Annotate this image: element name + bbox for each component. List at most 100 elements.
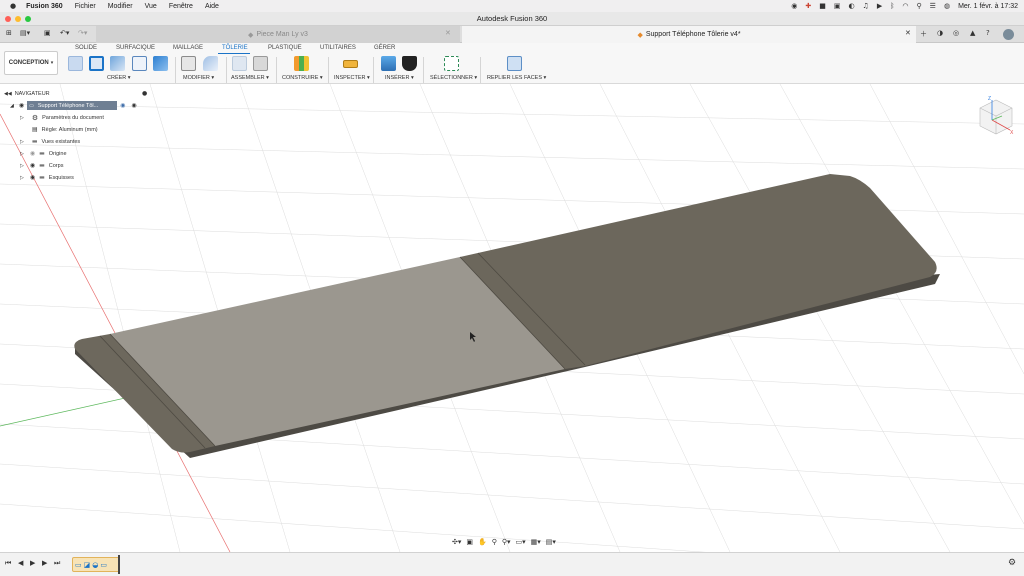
- expand-icon[interactable]: ◢: [10, 103, 14, 109]
- visibility-icon[interactable]: ◉: [19, 102, 24, 109]
- status-icon-2[interactable]: ✚: [805, 2, 811, 10]
- flange-feature-icon[interactable]: ◪: [84, 561, 91, 569]
- status-icon-4[interactable]: ▣: [834, 2, 841, 10]
- modify-bend-icon[interactable]: [203, 56, 218, 71]
- status-icon-5[interactable]: ◐: [848, 2, 854, 10]
- tab-close-icon[interactable]: ✕: [905, 29, 911, 37]
- group-creer[interactable]: CRÉER ▾: [107, 75, 131, 81]
- zoom-window-icon[interactable]: ⚲▾: [502, 538, 511, 546]
- search-icon[interactable]: ⚲: [917, 2, 922, 10]
- tab-maillage[interactable]: MAILLAGE: [173, 45, 203, 51]
- timeline-marker[interactable]: [118, 555, 120, 574]
- expand-icon[interactable]: ▷: [20, 115, 24, 121]
- status-icon-1[interactable]: ◉: [791, 2, 797, 10]
- group-inspecter[interactable]: INSPECTER ▾: [334, 75, 370, 81]
- group-modifier[interactable]: MODIFIER ▾: [183, 75, 214, 81]
- create-sheet-icon[interactable]: [132, 56, 147, 71]
- navigator-item[interactable]: ▷ ◉ ▬ Corps: [0, 160, 63, 171]
- clock[interactable]: Mer. 1 févr. à 17:32: [958, 3, 1018, 10]
- tab-gerer[interactable]: GÉRER: [374, 45, 395, 51]
- visibility-icon[interactable]: ◉: [30, 174, 35, 181]
- bend-feature-icon[interactable]: ◒: [92, 561, 98, 569]
- headphones-icon[interactable]: ♫: [863, 2, 869, 10]
- navigator-header[interactable]: ◀◀ NAVIGATEUR ●: [0, 88, 150, 99]
- go-to-end-icon[interactable]: ⏭: [54, 559, 60, 568]
- expand-icon[interactable]: ▷: [20, 151, 24, 157]
- siri-icon[interactable]: ◍: [944, 2, 950, 10]
- flange-icon[interactable]: [68, 56, 83, 71]
- create-box-icon[interactable]: [153, 56, 168, 71]
- undo-icon[interactable]: ↶▾: [60, 29, 69, 37]
- menu-modifier[interactable]: Modifier: [108, 3, 133, 10]
- tab-utilitaires[interactable]: UTILITAIRES: [320, 45, 356, 51]
- joint-icon[interactable]: [253, 56, 268, 71]
- menu-fenetre[interactable]: Fenêtre: [169, 3, 193, 10]
- menu-fichier[interactable]: Fichier: [75, 3, 96, 10]
- sketch-feature-icon[interactable]: ▭: [100, 561, 107, 569]
- visibility-icon[interactable]: ◉: [30, 162, 35, 169]
- measure-icon[interactable]: [343, 60, 358, 68]
- play-icon[interactable]: ▶: [877, 2, 882, 10]
- expand-icon[interactable]: ▷: [20, 175, 24, 181]
- sketch-feature-icon[interactable]: ▭: [75, 561, 82, 569]
- wifi-icon[interactable]: ◠: [902, 2, 908, 10]
- step-forward-icon[interactable]: ▶: [42, 559, 47, 567]
- new-tab-icon[interactable]: ＋: [920, 29, 927, 39]
- menu-vue[interactable]: Vue: [145, 3, 157, 10]
- tab-support-telephone[interactable]: ◆ Support Téléphone Tôlerie v4*: [462, 26, 916, 43]
- step-back-icon[interactable]: ◀: [18, 559, 23, 567]
- expand-icon[interactable]: ▷: [20, 139, 24, 145]
- viewport-canvas[interactable]: [0, 84, 1024, 552]
- radio-icon[interactable]: ◉: [131, 102, 136, 109]
- navigator-item[interactable]: ▷ ▬ Vues existantes: [0, 136, 80, 147]
- tab-tolerie[interactable]: TÔLERIE: [222, 45, 248, 51]
- avatar[interactable]: [1003, 29, 1014, 40]
- offset-plane-icon[interactable]: [294, 56, 309, 71]
- group-construire[interactable]: CONSTRUIRE ▾: [282, 75, 323, 81]
- expand-icon[interactable]: ▷: [20, 163, 24, 169]
- navigator-item[interactable]: ▤ Règle: Aluminum (mm): [0, 124, 98, 135]
- tab-solide[interactable]: SOLIDE: [75, 45, 97, 51]
- grid-settings-icon[interactable]: ▦▾: [531, 538, 541, 546]
- workspace-switcher[interactable]: CONCEPTION ▾: [4, 51, 58, 75]
- viewports-icon[interactable]: ▤▾: [546, 538, 556, 546]
- zoom-icon[interactable]: ⚲: [492, 538, 497, 546]
- new-component-icon[interactable]: [232, 56, 247, 71]
- visibility-icon[interactable]: ◉: [30, 150, 35, 157]
- group-assembler[interactable]: ASSEMBLER ▾: [231, 75, 269, 81]
- insert-mcmaster-icon[interactable]: [402, 56, 417, 71]
- navigator-item[interactable]: ▷ ◉ ▬ Origine: [0, 148, 67, 159]
- group-selectionner[interactable]: SÉLECTIONNER ▾: [430, 75, 477, 81]
- collapse-panel-icon[interactable]: ◀◀: [4, 91, 12, 97]
- navigator-root-row[interactable]: ◢ ◉ ▭ Support Téléphone Tôl... ◉ ◉: [0, 100, 150, 111]
- group-replier-les-faces[interactable]: REPLIER LES FACES ▾: [487, 75, 546, 81]
- flat-pattern-icon[interactable]: [507, 56, 522, 71]
- play-icon[interactable]: ▶: [30, 559, 35, 567]
- look-at-icon[interactable]: ▣: [466, 538, 473, 546]
- group-inserer[interactable]: INSÉRER ▾: [385, 75, 414, 81]
- activate-icon[interactable]: ◉: [120, 102, 125, 109]
- create-sketch-icon[interactable]: [89, 56, 104, 71]
- tab-close-icon[interactable]: ✕: [445, 29, 451, 37]
- orbit-icon[interactable]: ✣▾: [452, 538, 461, 546]
- timeline-features[interactable]: ▭ ◪ ◒ ▭: [72, 557, 120, 572]
- redo-icon[interactable]: ↷▾: [78, 29, 87, 37]
- apps-grid-icon[interactable]: ⊞: [6, 29, 12, 37]
- canvas-viewport[interactable]: ◀◀ NAVIGATEUR ● ◢ ◉ ▭ Support Téléphone …: [0, 84, 1024, 552]
- save-icon[interactable]: ▣: [44, 29, 51, 37]
- help-icon[interactable]: ?: [986, 29, 990, 37]
- display-settings-icon[interactable]: ▭▾: [516, 538, 526, 546]
- notifications-icon[interactable]: ▲: [970, 29, 975, 37]
- tab-piece-man-ly[interactable]: ◆ Piece Man Ly v3: [96, 26, 460, 43]
- file-icon[interactable]: ▤▾: [20, 29, 30, 37]
- tab-plastique[interactable]: PLASTIQUE: [268, 45, 302, 51]
- control-center-icon[interactable]: ☰: [930, 2, 936, 10]
- create-flange-icon[interactable]: [110, 56, 125, 71]
- timeline-settings-icon[interactable]: ⚙: [1008, 558, 1016, 568]
- panel-options-icon[interactable]: ●: [142, 90, 147, 97]
- pan-icon[interactable]: ✋: [478, 538, 487, 546]
- go-to-start-icon[interactable]: ⏮: [5, 559, 11, 568]
- root-component-label[interactable]: ▭ Support Téléphone Tôl...: [27, 101, 118, 110]
- bluetooth-icon[interactable]: ᛒ: [890, 2, 894, 10]
- navigator-item[interactable]: ▷ ⚙ Paramètres du document: [0, 112, 104, 123]
